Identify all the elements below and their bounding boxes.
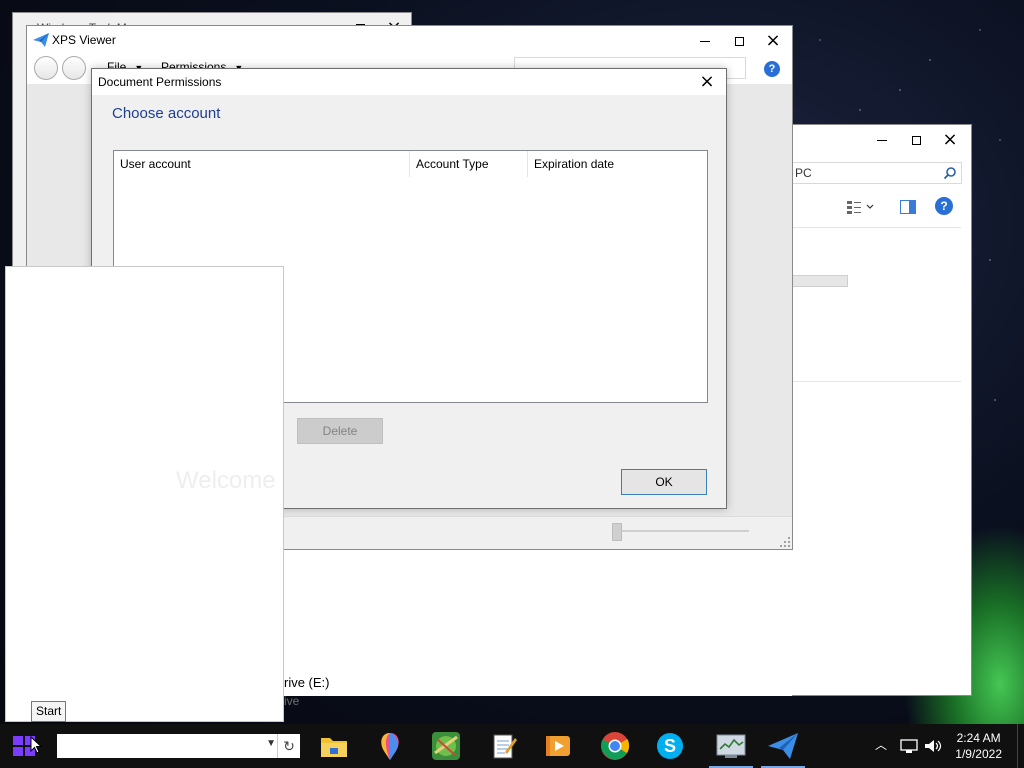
welcome-text: Welcome [176, 467, 276, 494]
skype-taskbar-icon[interactable]: S [654, 730, 686, 762]
chrome-taskbar-icon[interactable] [599, 730, 631, 762]
xps-app-icon [33, 33, 49, 47]
drive-usage-bar [792, 275, 848, 287]
chevron-down-icon[interactable]: ▼ [266, 738, 276, 749]
help-icon[interactable]: ? [935, 197, 953, 215]
view-options-icon[interactable] [846, 199, 876, 215]
ok-button[interactable]: OK [621, 469, 707, 495]
xps-titlebar[interactable]: XPS Viewer × [27, 26, 792, 54]
svg-text:S: S [664, 736, 676, 756]
minimize-icon [877, 139, 887, 141]
column-header-account-type[interactable]: Account Type [410, 151, 528, 177]
map-app-taskbar-icon[interactable] [430, 730, 462, 762]
search-icon[interactable] [943, 166, 957, 180]
delete-button[interactable]: Delete [297, 418, 383, 444]
xps-close-button[interactable]: × [756, 26, 790, 56]
back-button[interactable] [34, 56, 58, 80]
map-icon [432, 732, 460, 760]
paint3d-taskbar-icon[interactable] [374, 730, 406, 762]
explorer-toolbar: ? [792, 195, 971, 223]
file-explorer-window[interactable]: × PC ? [792, 124, 972, 696]
drive-label[interactable]: rive (E:) [284, 675, 330, 690]
column-header-expiration-date[interactable]: Expiration date [528, 151, 707, 177]
xps-viewer-taskbar-icon[interactable] [761, 730, 805, 768]
minimize-icon [700, 40, 710, 42]
task-manager-taskbar-icon[interactable] [709, 730, 753, 768]
permissions-title: Document Permissions [98, 75, 222, 89]
zoom-slider-thumb[interactable] [612, 523, 622, 541]
explorer-divider [792, 227, 961, 228]
maximize-icon [911, 135, 921, 145]
zoom-slider-track[interactable] [615, 530, 749, 532]
clock-time: 2:24 AM [956, 731, 1001, 745]
video-player-icon [546, 736, 570, 756]
help-icon[interactable]: ? [764, 61, 780, 77]
volume-icon[interactable] [924, 738, 942, 754]
permissions-titlebar[interactable]: Document Permissions × [92, 69, 726, 95]
refresh-icon[interactable]: ↻ [277, 734, 300, 758]
show-desktop-button[interactable] [1017, 724, 1024, 768]
media-player-taskbar-icon[interactable] [542, 730, 574, 762]
network-icon[interactable] [900, 738, 918, 754]
mouse-cursor-icon [30, 736, 42, 754]
skype-icon: S [657, 733, 683, 759]
start-menu-panel[interactable]: Welcome [5, 266, 284, 722]
chrome-icon [601, 732, 630, 760]
forward-button[interactable] [62, 56, 86, 80]
folder-icon [321, 738, 347, 757]
close-icon: × [942, 129, 958, 150]
explorer-content-area [284, 550, 792, 696]
preview-pane-icon[interactable] [900, 200, 916, 214]
choose-account-heading: Choose account [112, 105, 221, 122]
taskbar-search-input[interactable]: ▼ ↻ [57, 734, 300, 758]
explorer-close-button[interactable]: × [933, 125, 967, 155]
xps-maximize-button[interactable] [722, 26, 756, 56]
start-tooltip: Start [31, 701, 67, 722]
maximize-icon [734, 36, 744, 46]
xps-viewer-icon [768, 733, 798, 759]
permissions-close-button[interactable]: × [690, 69, 724, 95]
notepad-taskbar-icon[interactable] [488, 730, 520, 762]
drive-sublabel: ive [284, 694, 300, 708]
explorer-maximize-button[interactable] [899, 125, 933, 155]
explorer-divider [792, 381, 961, 382]
column-header-user-account[interactable]: User account [114, 151, 410, 177]
close-icon: × [765, 30, 781, 51]
taskbar: ▼ ↻ S ︿ 2:24 AM 1/9/2022 [0, 724, 1024, 768]
xps-title: XPS Viewer [52, 33, 116, 47]
xps-minimize-button[interactable] [688, 26, 722, 56]
close-icon: × [699, 71, 715, 92]
explorer-search-text: PC [795, 166, 812, 180]
explorer-minimize-button[interactable] [865, 125, 899, 155]
task-manager-icon [716, 734, 746, 758]
file-explorer-taskbar-icon[interactable] [318, 730, 350, 762]
clock-date: 1/9/2022 [955, 747, 1002, 761]
notepad-icon [493, 734, 517, 759]
resize-grip-icon[interactable] [780, 537, 790, 547]
paint-3d-icon [381, 733, 399, 760]
chevron-up-icon[interactable]: ︿ [875, 736, 887, 753]
clock[interactable]: 2:24 AM 1/9/2022 [955, 730, 1002, 762]
explorer-search-input[interactable]: PC [792, 162, 962, 184]
